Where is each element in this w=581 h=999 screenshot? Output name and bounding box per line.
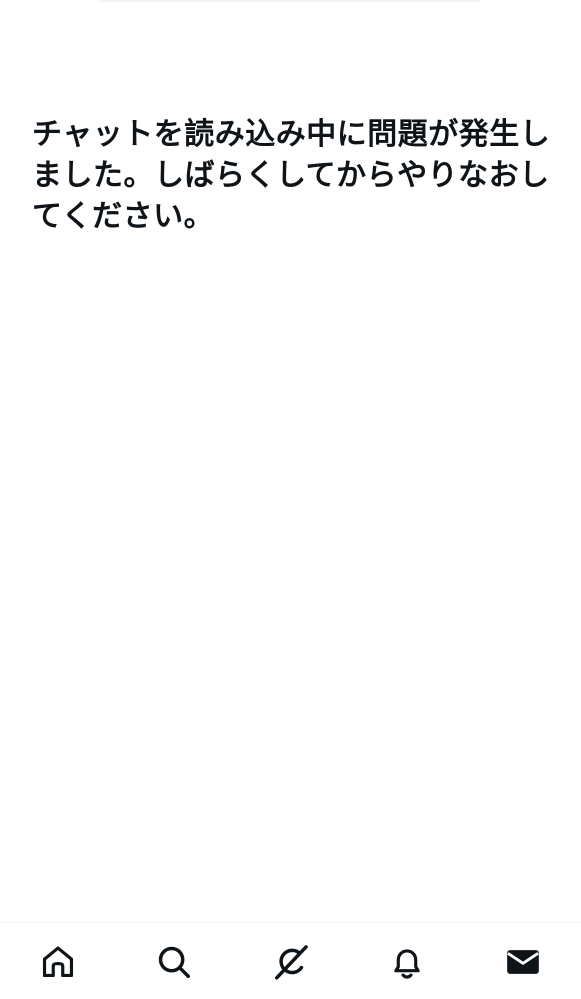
home-icon [39,943,77,981]
grok-icon [272,943,310,981]
mail-icon [504,943,542,981]
nav-tab-messages[interactable] [465,923,581,999]
nav-tab-home[interactable] [0,923,116,999]
nav-tab-notifications[interactable] [349,923,465,999]
sheet-drag-handle[interactable] [100,0,480,2]
nav-tab-explore[interactable] [116,923,232,999]
nav-tab-grok[interactable] [232,923,348,999]
search-icon [155,943,193,981]
bottom-navigation-bar [0,922,581,999]
error-message: チャットを読み込み中に問題が発生しました。しばらくしてからやりなおしてください。 [32,117,551,234]
bell-icon [388,943,426,981]
